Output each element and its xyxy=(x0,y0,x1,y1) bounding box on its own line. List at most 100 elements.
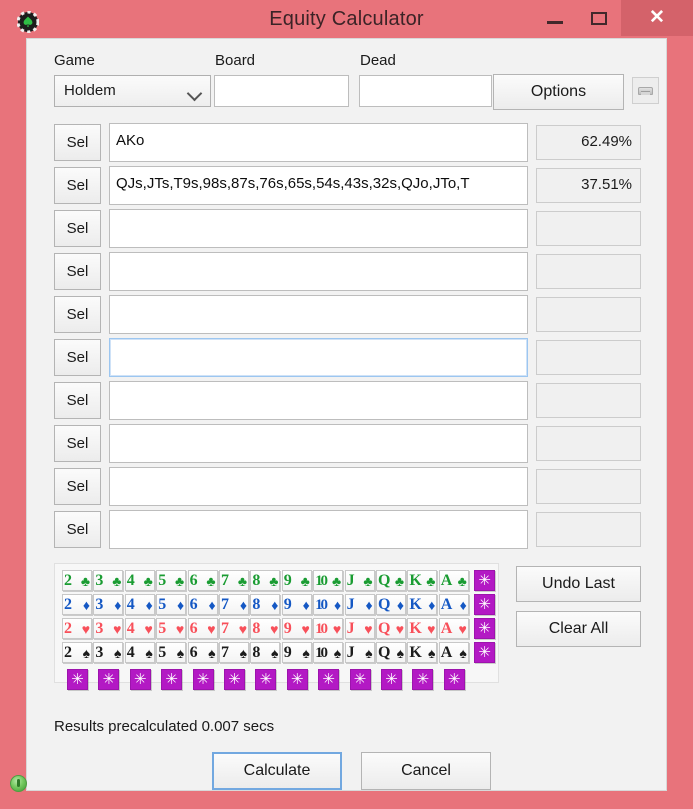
select-range-button[interactable]: Sel xyxy=(54,124,101,161)
card-3-hearts[interactable]: 3 ♥ xyxy=(93,618,124,639)
range-input[interactable] xyxy=(109,467,528,506)
wildcard-rank-7[interactable]: ✳ xyxy=(224,669,245,690)
card-7-diamonds[interactable]: 7 ♦ xyxy=(219,594,249,615)
wildcard-diamonds[interactable]: ✳ xyxy=(474,594,496,615)
card-A-diamonds[interactable]: A ♦ xyxy=(438,594,469,615)
wildcard-rank-6[interactable]: ✳ xyxy=(192,669,214,690)
wildcard-rank-10[interactable]: ✳ xyxy=(318,669,340,690)
card-A-hearts[interactable]: A ♥ xyxy=(438,618,469,639)
card-Q-diamonds[interactable]: Q ♦ xyxy=(376,594,406,615)
card-9-spades[interactable]: 9 ♠ xyxy=(281,642,312,663)
card-8-clubs[interactable]: 8 ♣ xyxy=(250,570,281,591)
card-7-hearts[interactable]: 7 ♥ xyxy=(219,618,249,639)
card-2-clubs[interactable]: 2 ♣ xyxy=(62,570,92,591)
game-select[interactable]: Holdem xyxy=(54,75,211,107)
wildcard-rank-4[interactable]: ✳ xyxy=(129,669,151,690)
card-6-hearts[interactable]: 6 ♥ xyxy=(187,618,218,639)
card-Q-hearts[interactable]: Q ♥ xyxy=(376,618,406,639)
card-K-diamonds[interactable]: K ♦ xyxy=(407,594,438,615)
select-range-button[interactable]: Sel xyxy=(54,339,101,376)
card-J-clubs[interactable]: J ♣ xyxy=(344,570,375,591)
range-input[interactable]: QJs,JTs,T9s,98s,87s,76s,65s,54s,43s,32s,… xyxy=(109,166,528,205)
card-2-hearts[interactable]: 2 ♥ xyxy=(62,618,92,639)
card-Q-spades[interactable]: Q ♠ xyxy=(376,642,406,663)
range-input[interactable] xyxy=(109,424,528,463)
card-8-diamonds[interactable]: 8 ♦ xyxy=(250,594,281,615)
range-input[interactable] xyxy=(109,209,528,248)
card-A-clubs[interactable]: A ♣ xyxy=(438,570,469,591)
minimize-button[interactable] xyxy=(533,0,577,36)
select-range-button[interactable]: Sel xyxy=(54,296,101,333)
card-10-hearts[interactable]: 10 ♥ xyxy=(313,618,344,639)
wildcard-hearts[interactable]: ✳ xyxy=(474,618,496,639)
wildcard-clubs[interactable]: ✳ xyxy=(474,570,496,591)
range-input[interactable]: AKo xyxy=(109,123,528,162)
select-range-button[interactable]: Sel xyxy=(54,425,101,462)
card-8-hearts[interactable]: 8 ♥ xyxy=(250,618,281,639)
card-5-clubs[interactable]: 5 ♣ xyxy=(156,570,187,591)
card-9-diamonds[interactable]: 9 ♦ xyxy=(281,594,312,615)
range-input[interactable] xyxy=(109,338,528,377)
card-7-clubs[interactable]: 7 ♣ xyxy=(219,570,249,591)
card-3-spades[interactable]: 3 ♠ xyxy=(93,642,124,663)
options-button[interactable]: Options xyxy=(493,74,624,110)
select-range-button[interactable]: Sel xyxy=(54,253,101,290)
select-range-button[interactable]: Sel xyxy=(54,468,101,505)
cancel-button[interactable]: Cancel xyxy=(361,752,491,790)
dead-input[interactable] xyxy=(359,75,492,107)
card-4-diamonds[interactable]: 4 ♦ xyxy=(124,594,155,615)
calculate-button[interactable]: Calculate xyxy=(212,752,342,790)
select-range-button[interactable]: Sel xyxy=(54,210,101,247)
range-input[interactable] xyxy=(109,381,528,420)
card-J-hearts[interactable]: J ♥ xyxy=(344,618,375,639)
wildcard-rank-2[interactable]: ✳ xyxy=(67,669,88,690)
select-range-button[interactable]: Sel xyxy=(54,382,101,419)
card-J-diamonds[interactable]: J ♦ xyxy=(344,594,375,615)
card-9-hearts[interactable]: 9 ♥ xyxy=(281,618,312,639)
card-J-spades[interactable]: J ♠ xyxy=(344,642,375,663)
wildcard-rank-J[interactable]: ✳ xyxy=(349,669,371,690)
card-7-spades[interactable]: 7 ♠ xyxy=(219,642,249,663)
card-2-diamonds[interactable]: 2 ♦ xyxy=(62,594,92,615)
card-K-hearts[interactable]: K ♥ xyxy=(407,618,438,639)
card-4-spades[interactable]: 4 ♠ xyxy=(124,642,155,663)
card-6-spades[interactable]: 6 ♠ xyxy=(187,642,218,663)
range-input[interactable] xyxy=(109,252,528,291)
card-5-hearts[interactable]: 5 ♥ xyxy=(156,618,187,639)
range-input[interactable] xyxy=(109,295,528,334)
card-Q-clubs[interactable]: Q ♣ xyxy=(376,570,406,591)
wildcard-rank-9[interactable]: ✳ xyxy=(286,669,308,690)
board-input[interactable] xyxy=(214,75,349,107)
range-input[interactable] xyxy=(109,510,528,549)
clear-all-button[interactable]: Clear All xyxy=(516,611,641,647)
card-2-spades[interactable]: 2 ♠ xyxy=(62,642,92,663)
card-K-spades[interactable]: K ♠ xyxy=(407,642,438,663)
wildcard-rank-A[interactable]: ✳ xyxy=(443,669,465,690)
card-K-clubs[interactable]: K ♣ xyxy=(407,570,438,591)
wildcard-rank-5[interactable]: ✳ xyxy=(161,669,183,690)
card-6-diamonds[interactable]: 6 ♦ xyxy=(187,594,218,615)
card-5-diamonds[interactable]: 5 ♦ xyxy=(156,594,187,615)
card-10-diamonds[interactable]: 10 ♦ xyxy=(313,594,344,615)
select-range-button[interactable]: Sel xyxy=(54,167,101,204)
wildcard-spades[interactable]: ✳ xyxy=(474,642,496,663)
card-9-clubs[interactable]: 9 ♣ xyxy=(281,570,312,591)
wildcard-rank-8[interactable]: ✳ xyxy=(255,669,277,690)
card-10-clubs[interactable]: 10 ♣ xyxy=(313,570,344,591)
wildcard-rank-3[interactable]: ✳ xyxy=(98,669,120,690)
wildcard-rank-Q[interactable]: ✳ xyxy=(381,669,402,690)
card-4-hearts[interactable]: 4 ♥ xyxy=(124,618,155,639)
maximize-button[interactable] xyxy=(577,0,621,36)
select-range-button[interactable]: Sel xyxy=(54,511,101,548)
drawer-icon[interactable] xyxy=(632,77,659,104)
card-3-clubs[interactable]: 3 ♣ xyxy=(93,570,124,591)
card-6-clubs[interactable]: 6 ♣ xyxy=(187,570,218,591)
card-4-clubs[interactable]: 4 ♣ xyxy=(124,570,155,591)
card-8-spades[interactable]: 8 ♠ xyxy=(250,642,281,663)
card-A-spades[interactable]: A ♠ xyxy=(438,642,469,663)
wildcard-rank-K[interactable]: ✳ xyxy=(412,669,434,690)
card-5-spades[interactable]: 5 ♠ xyxy=(156,642,187,663)
close-button[interactable]: ✕ xyxy=(621,0,693,36)
card-3-diamonds[interactable]: 3 ♦ xyxy=(93,594,124,615)
undo-last-button[interactable]: Undo Last xyxy=(516,566,641,602)
